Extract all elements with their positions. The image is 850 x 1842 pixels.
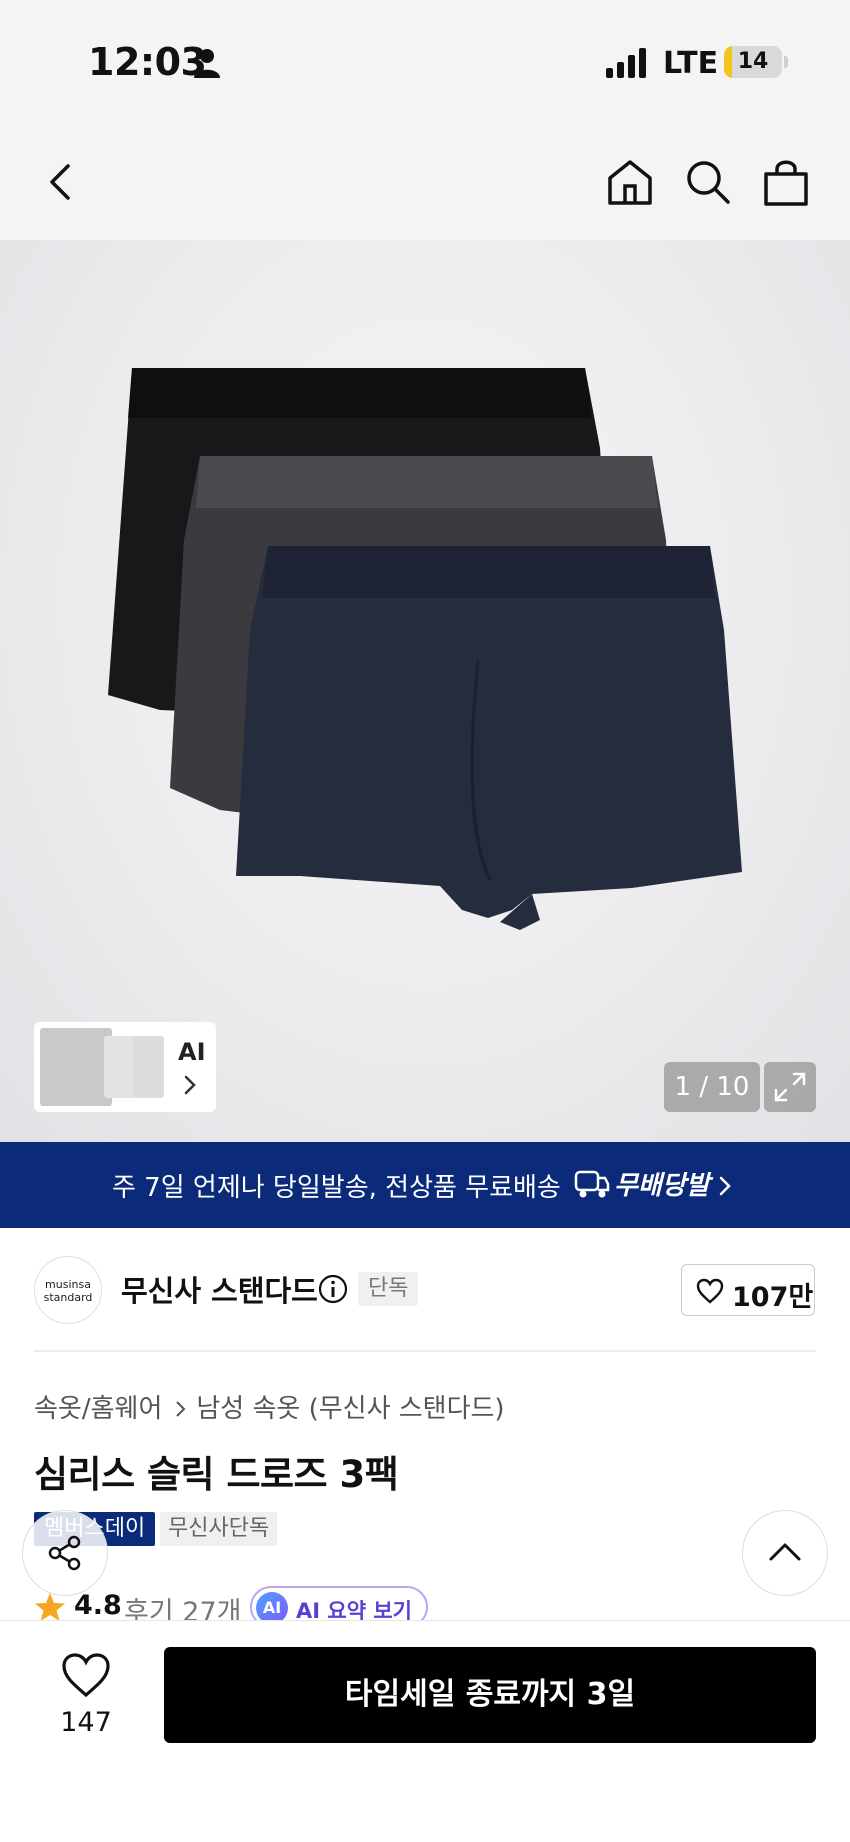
brand-like-button[interactable]: 107만 — [681, 1264, 815, 1316]
chevron-right-icon — [184, 1075, 196, 1095]
heart-icon — [696, 1278, 724, 1304]
breadcrumb-item-subcategory[interactable]: 남성 속옷 (무신사 스탠다드) — [196, 1394, 504, 1424]
chevron-right-icon — [176, 1401, 186, 1417]
chevron-right-icon — [719, 1176, 731, 1196]
breadcrumb: 속옷/홈웨어 남성 속옷 (무신사 스탠다드) — [34, 1388, 505, 1425]
thumbnail-1[interactable] — [40, 1028, 112, 1106]
time-sale-button[interactable]: 타임세일 종료까지 3일 — [164, 1647, 816, 1743]
brand-row: musinsa standard 무신사 스탠다드 단독 107만 — [0, 1228, 850, 1352]
share-icon — [48, 1535, 81, 1571]
star-icon — [35, 1593, 65, 1621]
banner-text: 주 7일 언제나 당일발송, 전상품 무료배송 — [112, 1173, 561, 1203]
divider — [34, 1350, 816, 1352]
person-icon — [194, 49, 220, 78]
chevron-up-icon — [769, 1543, 801, 1561]
exclusive-badge: 무신사단독 — [160, 1512, 278, 1546]
image-pager: 1 / 10 — [664, 1062, 760, 1112]
delivery-banner[interactable]: 주 7일 언제나 당일발송, 전상품 무료배송 무배당발 — [0, 1142, 850, 1228]
rating-score: 4.8 — [74, 1590, 122, 1621]
breadcrumb-item-category[interactable]: 속옷/홈웨어 — [34, 1394, 162, 1424]
ai-label: AI — [178, 1038, 206, 1066]
top-nav — [0, 126, 850, 240]
thumbnail-3[interactable] — [134, 1036, 164, 1098]
scroll-to-top-button[interactable] — [742, 1510, 828, 1596]
share-button[interactable] — [22, 1510, 108, 1596]
info-icon[interactable] — [318, 1274, 348, 1304]
truck-icon — [574, 1170, 610, 1198]
brand-logo[interactable]: musinsa standard — [34, 1256, 102, 1324]
signal-icon — [606, 48, 646, 78]
clock: 12:03 — [88, 40, 207, 84]
banner-brand: 무배당발 — [614, 1171, 710, 1201]
wishlist-count: 147 — [60, 1707, 112, 1738]
bottom-action-bar: 147 타임세일 종료까지 3일 — [0, 1620, 850, 1842]
home-icon[interactable] — [604, 156, 656, 208]
thumbnail-strip[interactable]: AI — [34, 1022, 216, 1112]
brand-logo-line2: standard — [43, 1291, 93, 1304]
product-title: 심리스 슬릭 드로즈 3팩 — [34, 1453, 399, 1496]
battery-percent: 14 — [737, 49, 769, 74]
product-image-gallery[interactable]: AI 1 / 10 — [0, 240, 850, 1142]
brand-logo-line1: musinsa — [45, 1278, 91, 1291]
exclusive-tag: 단독 — [358, 1272, 419, 1306]
brand-name[interactable]: 무신사 스탠다드 — [121, 1268, 318, 1310]
battery-tip — [784, 56, 788, 68]
expand-icon[interactable] — [764, 1062, 816, 1112]
battery-icon: 14 — [724, 46, 782, 78]
network-label: LTE — [663, 46, 719, 81]
status-bar: 12:03 LTE 14 — [0, 0, 850, 126]
product-photo — [108, 368, 742, 930]
shopping-bag-icon[interactable] — [760, 156, 812, 208]
back-icon[interactable] — [36, 156, 88, 208]
search-icon[interactable] — [682, 156, 734, 208]
heart-icon[interactable] — [60, 1651, 112, 1699]
brand-like-count: 107만 — [732, 1282, 814, 1313]
